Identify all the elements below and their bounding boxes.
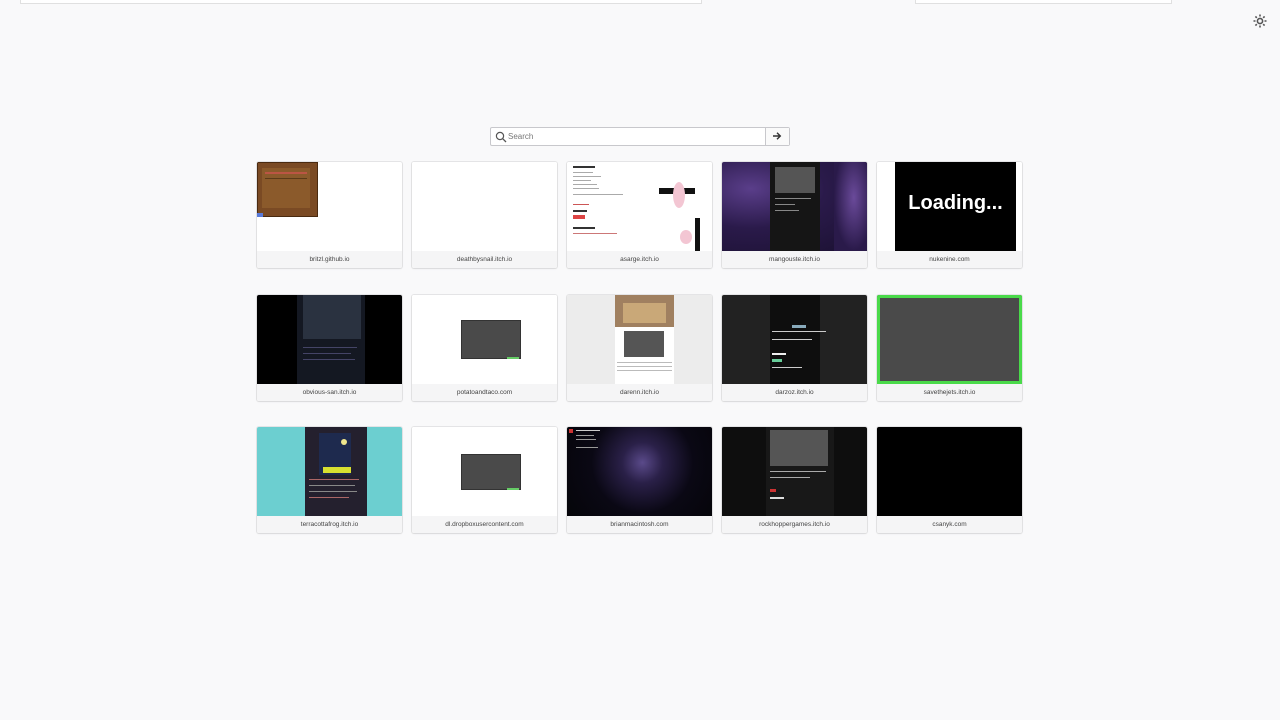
site-thumbnail: Loading... xyxy=(877,162,1022,251)
top-site-tile[interactable]: asarge.itch.io xyxy=(567,162,712,268)
tile-label: csanyk.com xyxy=(877,516,1022,533)
tile-label: mangouste.itch.io xyxy=(722,251,867,268)
top-site-tile[interactable]: terracottafrog.itch.io xyxy=(257,427,402,533)
tile-label: nukenine.com xyxy=(877,251,1022,268)
tile-label: obvious-san.itch.io xyxy=(257,384,402,401)
top-site-tile[interactable]: rockhoppergames.itch.io xyxy=(722,427,867,533)
tile-label: potatoandtaco.com xyxy=(412,384,557,401)
tile-label: deathbysnail.itch.io xyxy=(412,251,557,268)
site-thumbnail xyxy=(567,295,712,384)
site-thumbnail xyxy=(877,427,1022,516)
top-site-tile[interactable]: darzoz.itch.io xyxy=(722,295,867,401)
top-site-tile[interactable]: savethejets.itch.io xyxy=(877,295,1022,401)
top-site-tile[interactable]: dl.dropboxusercontent.com xyxy=(412,427,557,533)
site-thumbnail xyxy=(412,295,557,384)
top-site-tile[interactable]: obvious-san.itch.io xyxy=(257,295,402,401)
top-site-tile[interactable]: deathbysnail.itch.io xyxy=(412,162,557,268)
top-site-tile[interactable]: Loading... nukenine.com xyxy=(877,162,1022,268)
tile-label: britzl.github.io xyxy=(257,251,402,268)
site-thumbnail xyxy=(257,162,402,251)
top-site-tile[interactable]: britzl.github.io xyxy=(257,162,402,268)
tile-label: brianmacintosh.com xyxy=(567,516,712,533)
top-site-tile[interactable]: mangouste.itch.io xyxy=(722,162,867,268)
loading-text: Loading... xyxy=(895,162,1016,251)
site-thumbnail xyxy=(257,295,402,384)
top-site-tile[interactable]: csanyk.com xyxy=(877,427,1022,533)
site-thumbnail xyxy=(257,427,402,516)
tile-label: darenn.itch.io xyxy=(567,384,712,401)
tile-label: dl.dropboxusercontent.com xyxy=(412,516,557,533)
tile-label: darzoz.itch.io xyxy=(722,384,867,401)
search-icon xyxy=(495,130,507,143)
top-site-tile[interactable]: darenn.itch.io xyxy=(567,295,712,401)
site-thumbnail xyxy=(567,427,712,516)
site-thumbnail xyxy=(412,427,557,516)
search-input[interactable] xyxy=(508,128,763,145)
site-thumbnail xyxy=(877,295,1022,384)
toolbar-edge xyxy=(915,0,1172,4)
tile-label: asarge.itch.io xyxy=(567,251,712,268)
tile-label: terracottafrog.itch.io xyxy=(257,516,402,533)
tile-label: rockhoppergames.itch.io xyxy=(722,516,867,533)
site-thumbnail xyxy=(567,162,712,251)
site-thumbnail xyxy=(722,427,867,516)
browser-top-edge xyxy=(0,0,1280,4)
tile-label: savethejets.itch.io xyxy=(877,384,1022,401)
top-site-tile[interactable]: potatoandtaco.com xyxy=(412,295,557,401)
search-go-button[interactable] xyxy=(765,128,789,145)
site-thumbnail xyxy=(722,295,867,384)
site-thumbnail xyxy=(722,162,867,251)
search-bar xyxy=(490,127,790,146)
top-site-tile[interactable]: brianmacintosh.com xyxy=(567,427,712,533)
gear-icon[interactable] xyxy=(1252,13,1268,29)
site-thumbnail xyxy=(412,162,557,251)
tab-strip-edge xyxy=(20,0,702,4)
